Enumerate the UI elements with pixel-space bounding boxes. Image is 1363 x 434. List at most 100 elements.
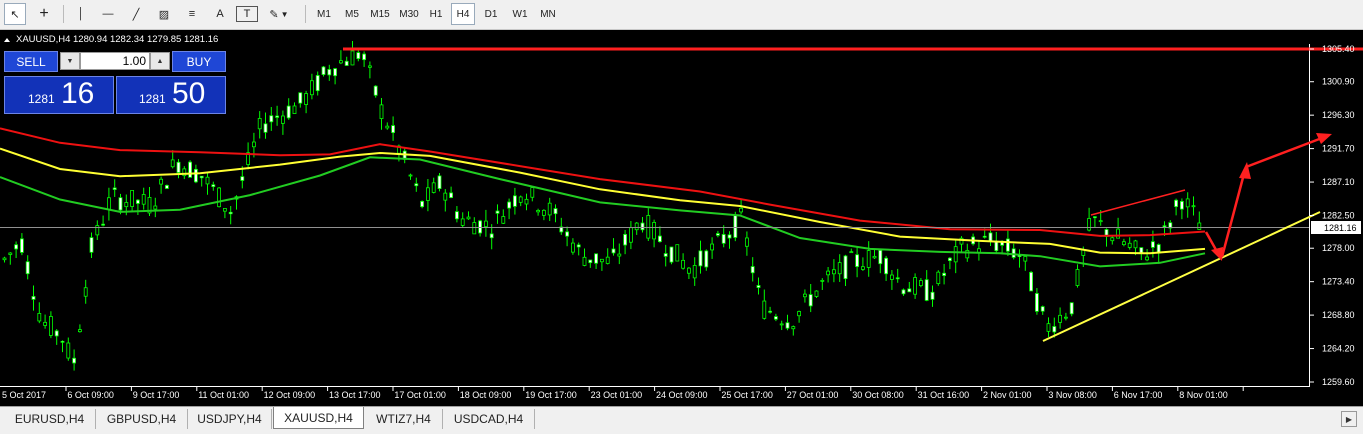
candle-body [530,187,535,198]
candle-body [315,75,320,92]
candle-body [31,296,36,300]
sell-button[interactable]: SELL [4,51,58,72]
fibonacci-icon[interactable]: ≡ [181,3,203,25]
shapes-glyph: ✎ [269,8,279,21]
candle-body [420,200,425,208]
time-tick-label: 30 Oct 08:00 [852,390,904,400]
lot-decrease-button[interactable]: ▼ [60,52,80,70]
text-label-icon[interactable]: T [236,6,258,22]
candle-body [379,104,384,119]
candle-body [739,207,743,213]
candle-body [681,259,685,269]
candle-body [716,233,720,236]
candle-body [483,220,488,228]
cursor-icon[interactable]: ↖ [4,3,26,25]
horizontal-line-icon[interactable]: — [97,3,119,25]
candle-body [855,254,859,267]
ma-slow-line [0,127,1206,237]
candle-body [199,175,204,179]
candle-body [768,310,772,313]
chevron-down-icon: ▼ [280,9,289,19]
candle-body [861,266,865,270]
candle-body [1151,241,1155,248]
tab-label: XAUUSD,H4 [284,410,353,425]
timeframe-m30[interactable]: M30 [395,3,423,25]
candle-body [164,185,169,189]
candle-body [982,235,987,238]
candle-body [2,257,7,261]
candle-body [588,259,593,264]
tab-xauusd[interactable]: XAUUSD,H4 [273,407,364,429]
target-arrow-shaft [1245,136,1323,169]
crosshair-icon[interactable]: + [33,3,55,25]
candle-body [1098,220,1103,223]
candle-body [1075,269,1080,286]
timeframe-label: W1 [512,8,528,20]
text-icon[interactable]: A [209,3,231,25]
scroll-right-icon[interactable]: ▶ [1341,411,1357,427]
tab-usdcad[interactable]: USDCAD,H4 [443,409,535,429]
candle-body [832,269,836,275]
time-tick-label: 31 Oct 16:00 [918,390,970,400]
trendline-icon[interactable]: ╱ [125,3,147,25]
candle-body [1087,218,1091,231]
timeframe-mn[interactable]: MN [535,3,561,25]
candle-body [948,257,952,262]
timeframe-h1[interactable]: H1 [424,3,448,25]
time-tick-label: 13 Oct 17:00 [329,390,381,400]
sell-label: SELL [16,54,46,69]
candle-body [95,225,100,236]
candle-body [321,66,326,75]
timeframe-d1[interactable]: D1 [479,3,503,25]
shapes-icon[interactable]: ✎ ▼ [263,3,295,25]
candle-body [72,357,76,364]
timeframe-label: M1 [317,8,331,20]
candle-body [919,280,923,287]
price-tick-label: 1264.20 [1322,344,1355,354]
bid-price-box[interactable]: 1281 16 [4,76,114,114]
tab-label: USDJPY,H4 [197,412,262,426]
time-tick-label: 24 Oct 09:00 [656,390,708,400]
candle-body [350,50,355,66]
vertical-line-icon[interactable]: │ [70,3,92,25]
lot-increase-button[interactable]: ▲ [150,52,170,70]
timeframe-w1[interactable]: W1 [507,3,533,25]
candle-body [513,195,517,207]
candle-body [687,267,691,274]
candle-body [1069,302,1074,315]
current-price-label: 1281.16 [1324,223,1357,233]
ask-price-box[interactable]: 1281 50 [116,76,226,114]
lot-size-input[interactable] [80,52,150,70]
tab-label: GBPUSD,H4 [106,412,177,426]
candle-body [692,265,697,279]
timeframe-m1[interactable]: M1 [311,3,337,25]
timeframe-m15[interactable]: M15 [366,3,394,25]
tab-gbpusd[interactable]: GBPUSD,H4 [96,409,188,429]
toolbar-separator [63,5,64,23]
candle-body [895,277,900,280]
annotations-group [343,47,1363,342]
candle-body [507,201,512,209]
time-tick-label: 23 Oct 01:00 [591,390,643,400]
buy-button[interactable]: BUY [172,51,226,72]
timeframe-h4[interactable]: H4 [451,3,475,25]
price-tick-label: 1259.60 [1322,377,1355,387]
tab-eurusd[interactable]: EURUSD,H4 [4,409,96,429]
tab-wtiz7[interactable]: WTIZ7,H4 [365,409,443,429]
candle-body [936,271,941,284]
candle-body [629,227,633,243]
candle-body [890,274,894,280]
candle-body [785,322,790,329]
timeframe-m5[interactable]: M5 [339,3,365,25]
tab-usdjpy[interactable]: USDJPY,H4 [188,409,272,429]
buy-label: BUY [186,54,212,69]
candle-body [449,192,454,198]
candle-body [605,256,610,264]
chart-collapse-icon[interactable] [4,38,10,42]
candle-body [176,161,181,173]
bid-price-suffix: 16 [61,77,95,110]
candle-body [1093,216,1097,219]
candle-body [327,69,332,76]
equidistant-channel-icon[interactable]: ▨ [153,3,175,25]
candle-body [808,294,813,307]
